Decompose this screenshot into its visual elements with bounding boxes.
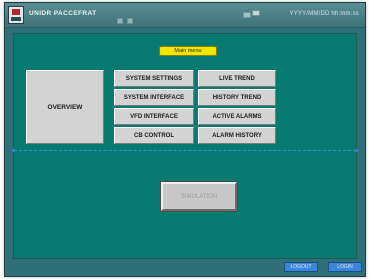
vfd-interface-button[interactable]: VFD INTERFACE [114,108,194,125]
main-menu-panel: Main menu OVERVIEW SYSTEM SETTINGS LIVE … [12,33,358,259]
system-settings-button[interactable]: SYSTEM SETTINGS [114,70,194,87]
live-trend-button[interactable]: LIVE TREND [198,70,276,87]
app-logo-icon [8,6,24,24]
cb-control-button[interactable]: CB CONTROL [114,127,194,144]
system-interface-button[interactable]: SYSTEM INTERFACE [114,89,194,106]
datetime-display: YYYY/MM/DD hh:mm:ss [289,11,359,17]
indicator-icon [117,18,123,24]
network-status-icon [243,10,261,20]
hmi-window: UNIDR PACCEFRAT YYYY/MM/DD hh:mm:ss Main… [4,2,366,277]
divider-marker [355,149,358,152]
overview-button[interactable]: OVERVIEW [26,70,104,144]
indicator-icon [127,18,133,24]
app-title: UNIDR PACCEFRAT [29,10,97,17]
login-button[interactable]: LOGIN [328,262,362,272]
history-trend-button[interactable]: HISTORY TREND [198,89,276,106]
simulation-button[interactable]: SIMULATION [160,181,238,212]
main-menu-label: Main menu [159,46,217,56]
title-bar: UNIDR PACCEFRAT YYYY/MM/DD hh:mm:ss [5,3,365,28]
divider-marker [12,149,15,152]
active-alarms-button[interactable]: ACTIVE ALARMS [198,108,276,125]
titlebar-indicators [117,11,137,29]
logout-button[interactable]: LOGOUT [284,262,318,272]
section-divider [14,150,356,151]
alarm-history-button[interactable]: ALARM HISTORY [198,127,276,144]
